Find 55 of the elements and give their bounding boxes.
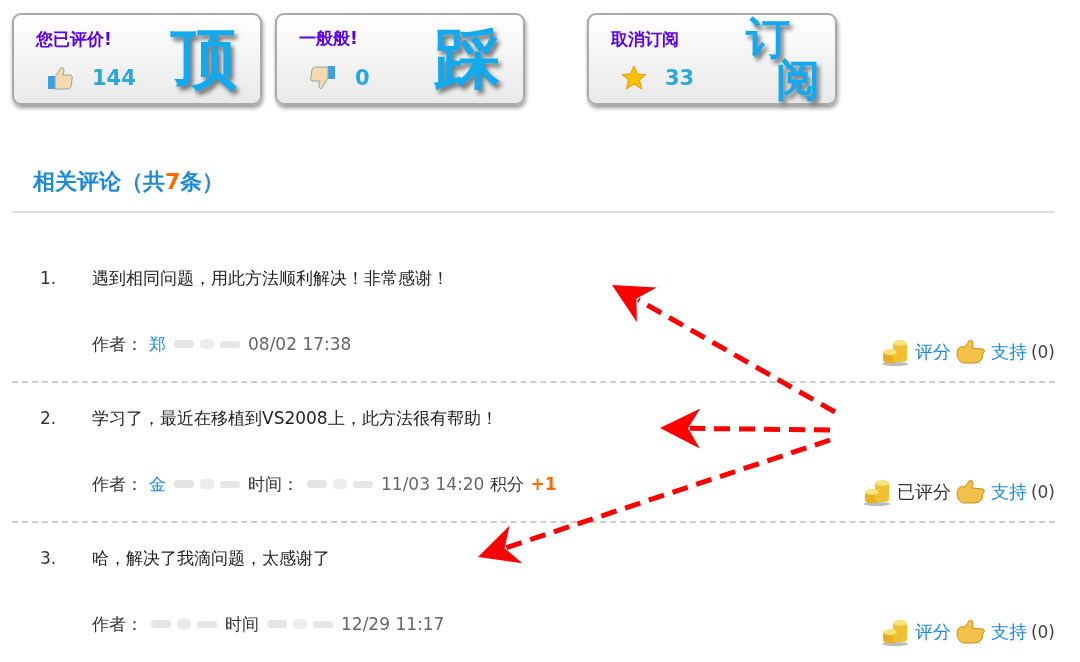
- hand-icon: [954, 619, 987, 645]
- meta-label: 时间: [225, 612, 259, 636]
- redaction-mark: [172, 477, 242, 491]
- support-count: (0): [1030, 482, 1055, 502]
- redaction-mark: [172, 337, 242, 351]
- comment-time: 08/02 17:38: [248, 334, 352, 354]
- comment-text: 哈，解决了我滴问题，太感谢了: [92, 546, 330, 570]
- vote-label: 您已评价!: [36, 27, 113, 51]
- coins-icon: [880, 338, 911, 366]
- redaction-mark: [305, 477, 375, 491]
- support-link[interactable]: 支持: [990, 620, 1027, 644]
- support-link[interactable]: 支持: [990, 340, 1027, 364]
- vote-count: 144: [92, 65, 136, 90]
- vote-button[interactable]: 您已评价! 144 顶: [12, 13, 262, 105]
- vote-title-char: 阅: [776, 59, 820, 101]
- meta-label: 作者：: [92, 612, 143, 636]
- vote-label: 取消订阅: [611, 27, 680, 51]
- author-link[interactable]: 郑: [149, 332, 166, 356]
- meta-label: 作者：: [92, 332, 143, 356]
- support-count: (0): [1030, 342, 1055, 362]
- vote-button[interactable]: 一般般! 0 踩: [275, 13, 525, 105]
- vote-label: 一般般!: [299, 26, 359, 50]
- comment-time: 11/03 14:20: [381, 474, 485, 494]
- meta-label: 积分: [490, 472, 525, 496]
- author-link[interactable]: 金: [149, 472, 166, 496]
- vote-title: 顶: [171, 26, 237, 92]
- points-value: +1: [530, 474, 557, 494]
- comment-text: 学习了，最近在移植到VS2008上，此方法很有帮助！: [92, 406, 498, 430]
- thumbs-up-icon: [46, 64, 74, 91]
- rate-link[interactable]: 评分: [914, 340, 951, 364]
- comment-time: 12/29 11:17: [341, 614, 445, 634]
- vote-button[interactable]: 取消订阅 33 订 阅: [587, 13, 837, 105]
- meta-label: 作者：: [92, 472, 143, 496]
- rate-link[interactable]: 已评分: [896, 480, 951, 504]
- star-icon: [621, 64, 647, 91]
- support-link[interactable]: 支持: [990, 480, 1027, 504]
- rate-link[interactable]: 评分: [914, 620, 951, 644]
- vote-count: 0: [355, 65, 370, 90]
- redaction-mark: [149, 617, 219, 631]
- list-number: 3.: [39, 548, 58, 568]
- list-number: 2.: [39, 408, 58, 428]
- hand-icon: [954, 479, 987, 505]
- meta-label: 时间：: [248, 472, 299, 496]
- vote-count: 33: [665, 65, 695, 90]
- coins-icon: [880, 618, 911, 646]
- comment-text: 遇到相同问题，用此方法顺利解决！非常感谢！: [92, 266, 449, 290]
- thumbs-down-icon: [309, 63, 337, 92]
- redaction-mark: [265, 617, 335, 631]
- support-count: (0): [1030, 622, 1055, 642]
- list-number: 1.: [39, 268, 58, 288]
- section-heading: 相关评论（共7条）: [33, 168, 225, 196]
- vote-title: 踩: [434, 26, 500, 92]
- coins-icon: [862, 478, 893, 506]
- vote-title-char: 订: [746, 17, 790, 59]
- hand-icon: [954, 339, 987, 365]
